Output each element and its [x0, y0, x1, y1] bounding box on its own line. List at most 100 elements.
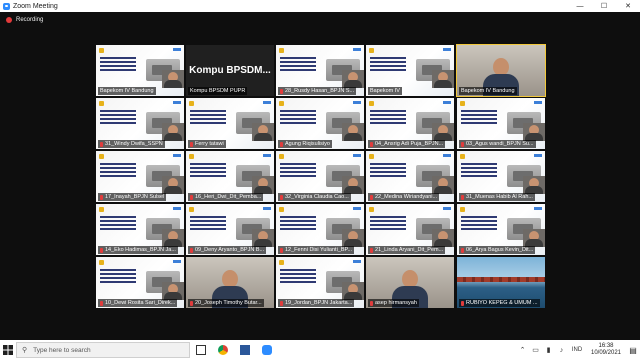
participant-tile[interactable]: 10_Dewi Rosita Sari_Direk...: [96, 257, 184, 308]
participant-name: 31_Windy Dwifa_SSPN: [105, 141, 163, 147]
participant-name: Ferry tatawi: [195, 141, 224, 147]
participant-tile[interactable]: RUBIYO KEPEG & UMUM ...: [457, 257, 545, 308]
logo-icon: [279, 48, 284, 53]
logo-icon: [189, 207, 194, 212]
participant-tile[interactable]: Bapekom IV: [366, 45, 454, 96]
participant-tile[interactable]: 21_Linda Aryani_Dit_Pem...: [366, 204, 454, 255]
zoom-app-icon: [3, 2, 10, 10]
brand-icon: [263, 207, 271, 210]
participant-tile[interactable]: 28_Rusdy Hasan_BPJN S...: [276, 45, 364, 96]
participant-name-tag: 10_Dewi Rosita Sari_Direk...: [98, 299, 178, 307]
participant-name-tag: Agung Riqisulisiyo: [278, 140, 332, 148]
logo-icon: [279, 207, 284, 212]
window-title: Zoom Meeting: [13, 2, 58, 10]
participant-tile[interactable]: 19_Jordan_BPJN Jakarta...: [276, 257, 364, 308]
participant-name: 14_Eko Hadimas_BPJN Ja...: [105, 247, 176, 253]
logo-icon: [279, 154, 284, 159]
slide-title-lines: [366, 110, 411, 132]
participant-name-tag: 20_Joseph Timothy Butar...: [188, 299, 264, 307]
participant-video: [162, 176, 184, 194]
participant-name: 22_Medina Wiriandyani...: [375, 194, 438, 200]
brand-icon: [353, 48, 361, 51]
participant-tile[interactable]: 31_Windy Dwifa_SSPN: [96, 98, 184, 149]
chevron-up-icon[interactable]: ⌃: [516, 340, 529, 360]
slide-title-lines: [366, 163, 411, 185]
close-button[interactable]: ✕: [616, 0, 640, 12]
taskbar-search[interactable]: ⚲ Type here to search: [16, 342, 190, 358]
muted-mic-icon: [461, 141, 464, 147]
participant-name: RUBIYO KEPEG & UMUM ...: [466, 300, 538, 306]
participant-tile[interactable]: 06_Arya Bagus Kevin_Dit...: [457, 204, 545, 255]
zoom-icon[interactable]: [256, 340, 278, 360]
participant-tile[interactable]: 03_Agus wandi_BPJN Su...: [457, 98, 545, 149]
participant-name: 10_Dewi Rosita Sari_Direk...: [105, 300, 176, 306]
participant-tile[interactable]: Kompu BPSDM... Kompu BPSDM PUPR: [186, 45, 274, 96]
muted-mic-icon: [190, 300, 193, 306]
participant-tile[interactable]: Bapekom IV Bandung: [96, 45, 184, 96]
participant-tile[interactable]: 14_Eko Hadimas_BPJN Ja...: [96, 204, 184, 255]
muted-mic-icon: [190, 247, 193, 253]
slide-title-lines: [457, 216, 502, 238]
participant-tile[interactable]: 20_Joseph Timothy Butar...: [186, 257, 274, 308]
slide-title-lines: [457, 110, 502, 132]
participant-tile[interactable]: 22_Medina Wiriandyani...: [366, 151, 454, 202]
participant-tile[interactable]: 31_Muenas Habib Al Rah...: [457, 151, 545, 202]
logo-icon: [189, 154, 194, 159]
participant-video: [432, 176, 454, 194]
brand-icon: [443, 101, 451, 104]
participant-name-tag: Bapekom IV: [368, 87, 402, 95]
task-view-icon[interactable]: [190, 340, 212, 360]
battery-icon[interactable]: ▮: [542, 340, 555, 360]
maximize-button[interactable]: ☐: [592, 0, 616, 12]
participant-name: 16_Heri_Dwi_Dit_Pemba...: [195, 194, 262, 200]
start-button[interactable]: [0, 340, 16, 360]
participant-name: 17_Inayah_BPJN Sulsel: [105, 194, 165, 200]
slide-title-lines: [276, 216, 321, 238]
brand-icon: [534, 207, 542, 210]
logo-icon: [99, 207, 104, 212]
volume-icon[interactable]: ♪: [555, 340, 568, 360]
participant-tile[interactable]: 32_Virginia Claudia Cao...: [276, 151, 364, 202]
participant-tile[interactable]: 16_Heri_Dwi_Dit_Pemba...: [186, 151, 274, 202]
minimize-button[interactable]: —: [568, 0, 592, 12]
participant-tile[interactable]: 09_Deny Aryanto_BPJN B...: [186, 204, 274, 255]
recording-indicator[interactable]: Recording: [6, 17, 43, 23]
recording-label: Recording: [16, 17, 44, 23]
muted-mic-icon: [280, 300, 283, 306]
chrome-icon[interactable]: [212, 340, 234, 360]
participant-video: [432, 70, 454, 88]
slide-title-lines: [186, 110, 231, 132]
word-icon[interactable]: [234, 340, 256, 360]
participant-name: 28_Rusdy Hasan_BPJN S...: [285, 88, 355, 94]
logo-icon: [369, 154, 374, 159]
brand-icon: [353, 260, 361, 263]
windows-taskbar: ⚲ Type here to search ⌃ ▭ ▮ ♪ IND 16:38 …: [0, 340, 640, 360]
muted-mic-icon: [280, 194, 283, 200]
shoulders: [164, 186, 182, 194]
shoulders: [344, 133, 362, 141]
participant-tile[interactable]: 17_Inayah_BPJN Sulsel: [96, 151, 184, 202]
participant-video: [252, 123, 274, 141]
participant-tile[interactable]: asep hirmansyah: [366, 257, 454, 308]
participant-name: Bapekom IV Bandung: [100, 88, 154, 94]
brand-icon: [173, 260, 181, 263]
participant-video: [523, 229, 545, 247]
participant-video: [342, 123, 364, 141]
participant-name-tag: Kompu BPSDM PUPR: [188, 87, 248, 95]
participant-name: 19_Jordan_BPJN Jakarta...: [285, 300, 353, 306]
clock[interactable]: 16:38 10/09/2021: [586, 343, 626, 357]
shoulders: [254, 133, 272, 141]
slide-title-lines: [96, 216, 141, 238]
participant-tile[interactable]: Agung Riqisulisiyo: [276, 98, 364, 149]
brand-icon: [443, 48, 451, 51]
network-icon[interactable]: ▭: [529, 340, 542, 360]
participant-name-tag: Bapekom IV Bandung: [459, 87, 517, 95]
participant-tile[interactable]: 12_Fenni Disi Yulianti_BP...: [276, 204, 364, 255]
logo-icon: [99, 101, 104, 106]
participant-name-tag: 17_Inayah_BPJN Sulsel: [98, 193, 167, 201]
participant-tile[interactable]: 04_Ansrig Adi Puja_BPJN...: [366, 98, 454, 149]
notifications-icon[interactable]: ▤: [626, 340, 640, 360]
language-indicator[interactable]: IND: [568, 340, 586, 360]
participant-tile[interactable]: Bapekom IV Bandung: [456, 44, 546, 97]
participant-tile[interactable]: Ferry tatawi: [186, 98, 274, 149]
